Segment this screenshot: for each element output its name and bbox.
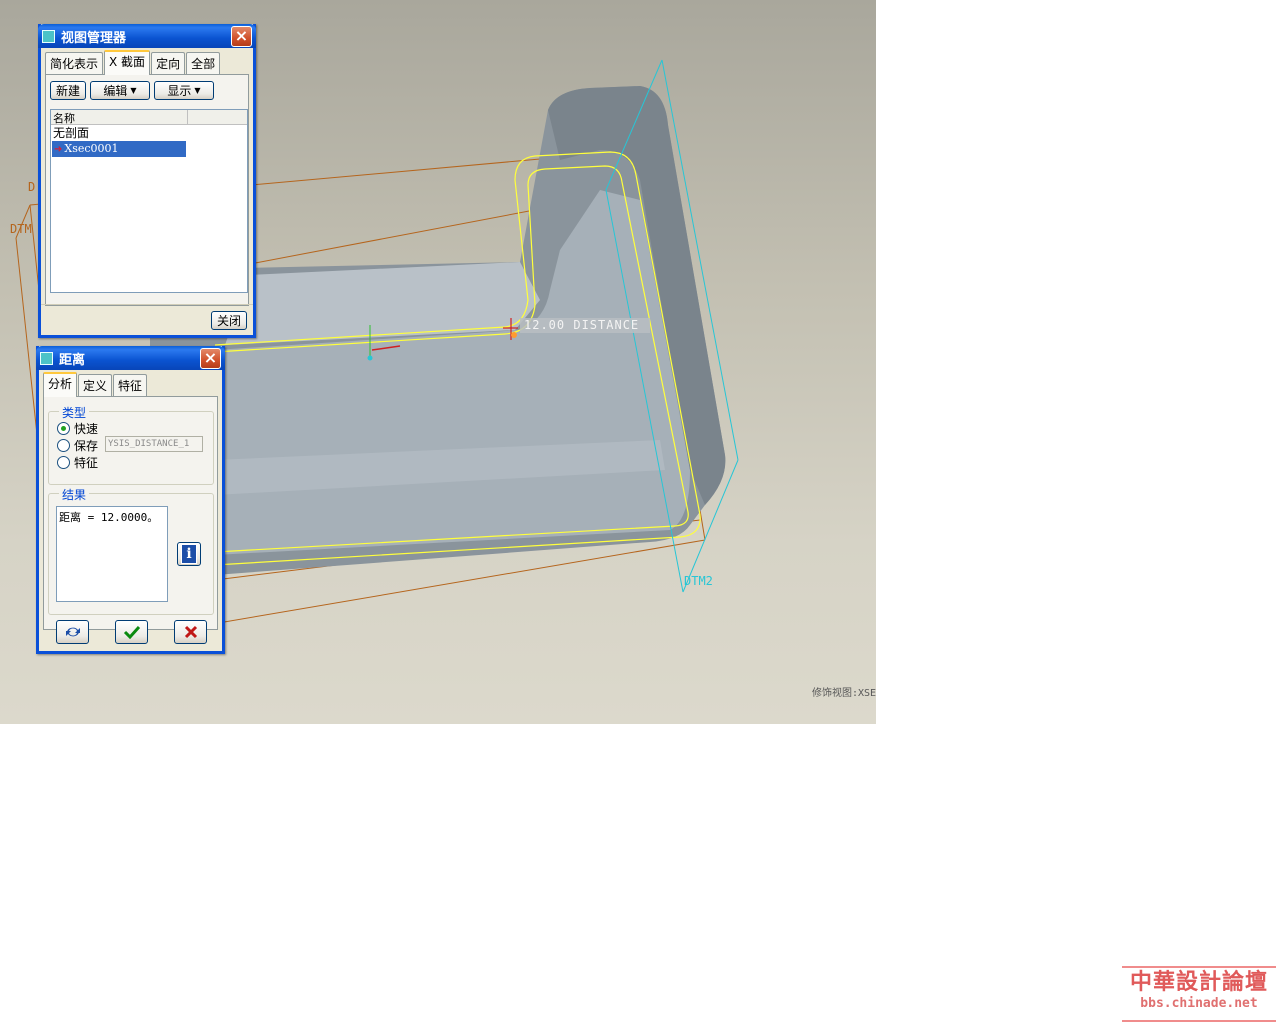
tab-feature[interactable]: 特征 bbox=[113, 374, 148, 396]
distance-measure-label: 12.00 DISTANCE bbox=[524, 318, 640, 332]
chevron-down-icon: ▼ bbox=[194, 86, 201, 95]
forum-watermark-logo: 中華設計論壇 bbs.chinade.net bbox=[1122, 966, 1276, 1022]
distance-dialog: 距离 × 分析 定义 特征 类型 快速 保存 特征 YSIS_DISTANCE_… bbox=[36, 346, 225, 654]
edit-label: 编辑 bbox=[103, 84, 128, 98]
app-icon bbox=[40, 351, 53, 365]
name-column-header[interactable]: 名称 bbox=[51, 110, 188, 125]
view-manager-titlebar[interactable]: 视图管理器 × bbox=[38, 24, 256, 48]
list-item-selected[interactable]: ➜ Xsec0001 bbox=[52, 141, 186, 157]
tab-analysis[interactable]: 分析 bbox=[43, 372, 78, 397]
view-manager-dialog: 视图管理器 × 简化表示 X 截面 定向 全部 新建 编辑 ▼ 显示 ▼ 名称 … bbox=[38, 24, 256, 338]
result-text-area[interactable]: 距离 = 12.0000。 bbox=[56, 506, 168, 602]
tab-simplified-rep[interactable]: 简化表示 bbox=[45, 52, 104, 74]
tab-orient[interactable]: 定向 bbox=[151, 52, 186, 74]
current-section-label: 修饰视图:XSEC bbox=[812, 688, 876, 699]
info-icon: i bbox=[181, 544, 197, 564]
cancel-button[interactable] bbox=[174, 620, 207, 644]
view-manager-title: 视图管理器 bbox=[61, 30, 127, 46]
x-cancel-icon bbox=[184, 625, 197, 639]
datum-label-b: DTM bbox=[10, 222, 32, 236]
result-group-title: 结果 bbox=[59, 486, 90, 503]
distance-titlebar[interactable]: 距离 × bbox=[36, 346, 225, 370]
analysis-name-field: YSIS_DISTANCE_1 bbox=[105, 436, 203, 452]
type-group: 类型 快速 保存 特征 YSIS_DISTANCE_1 bbox=[48, 404, 214, 485]
radio-feature-label: 特征 bbox=[74, 456, 99, 470]
section-list[interactable]: 名称 无剖面 ➜ Xsec0001 bbox=[50, 109, 248, 293]
checkmark-icon bbox=[123, 625, 140, 639]
distance-title: 距离 bbox=[59, 352, 86, 368]
radio-quick-label: 快速 bbox=[74, 422, 99, 436]
watermark-title: 中華設計論壇 bbox=[1129, 969, 1268, 995]
datum-label-a: D bbox=[28, 180, 36, 194]
radio-quick[interactable]: 快速 bbox=[57, 420, 98, 437]
radio-save-label: 保存 bbox=[74, 439, 99, 453]
type-group-title: 类型 bbox=[59, 404, 90, 421]
distance-action-row bbox=[39, 618, 222, 648]
tab-xsec[interactable]: X 截面 bbox=[104, 50, 151, 75]
app-icon bbox=[42, 29, 55, 43]
view-manager-tabs: 简化表示 X 截面 定向 全部 bbox=[41, 48, 253, 75]
radio-feature[interactable]: 特征 bbox=[57, 454, 98, 471]
datum-label-dtm2: DTM2 bbox=[684, 574, 713, 588]
display-menu-button[interactable]: 显示 ▼ bbox=[154, 81, 214, 100]
radio-dot bbox=[57, 439, 70, 452]
analysis-tab-panel: 类型 快速 保存 特征 YSIS_DISTANCE_1 结果 距离 = 12.0… bbox=[43, 396, 218, 630]
list-item-label: Xsec0001 bbox=[64, 142, 119, 155]
chevron-down-icon: ▼ bbox=[130, 86, 137, 95]
display-label: 显示 bbox=[167, 84, 192, 98]
new-button[interactable]: 新建 bbox=[50, 81, 86, 100]
info-button[interactable]: i bbox=[177, 542, 201, 566]
tab-definition[interactable]: 定义 bbox=[78, 374, 113, 396]
radio-dot-selected bbox=[57, 422, 70, 435]
view-manager-footer: 关闭 bbox=[41, 304, 253, 333]
close-button[interactable]: 关闭 bbox=[211, 311, 247, 330]
edit-menu-button[interactable]: 编辑 ▼ bbox=[90, 81, 150, 100]
repeat-button[interactable] bbox=[56, 620, 89, 644]
result-group: 结果 距离 = 12.0000。 i bbox=[48, 486, 214, 615]
xsec-tab-panel: 新建 编辑 ▼ 显示 ▼ 名称 无剖面 ➜ Xsec0001 bbox=[45, 74, 249, 306]
distance-tabs: 分析 定义 特征 bbox=[39, 370, 222, 397]
close-icon[interactable]: × bbox=[231, 26, 252, 47]
list-item[interactable]: 无剖面 bbox=[51, 125, 247, 141]
list-header: 名称 bbox=[51, 110, 247, 125]
radio-dot bbox=[57, 456, 70, 469]
ok-button[interactable] bbox=[115, 620, 148, 644]
tab-all[interactable]: 全部 bbox=[186, 52, 221, 74]
active-arrow-icon: ➜ bbox=[54, 144, 63, 155]
close-icon[interactable]: × bbox=[200, 348, 221, 369]
radio-save[interactable]: 保存 bbox=[57, 437, 98, 454]
watermark-url: bbs.chinade.net bbox=[1140, 996, 1258, 1011]
refresh-icon bbox=[65, 627, 80, 637]
